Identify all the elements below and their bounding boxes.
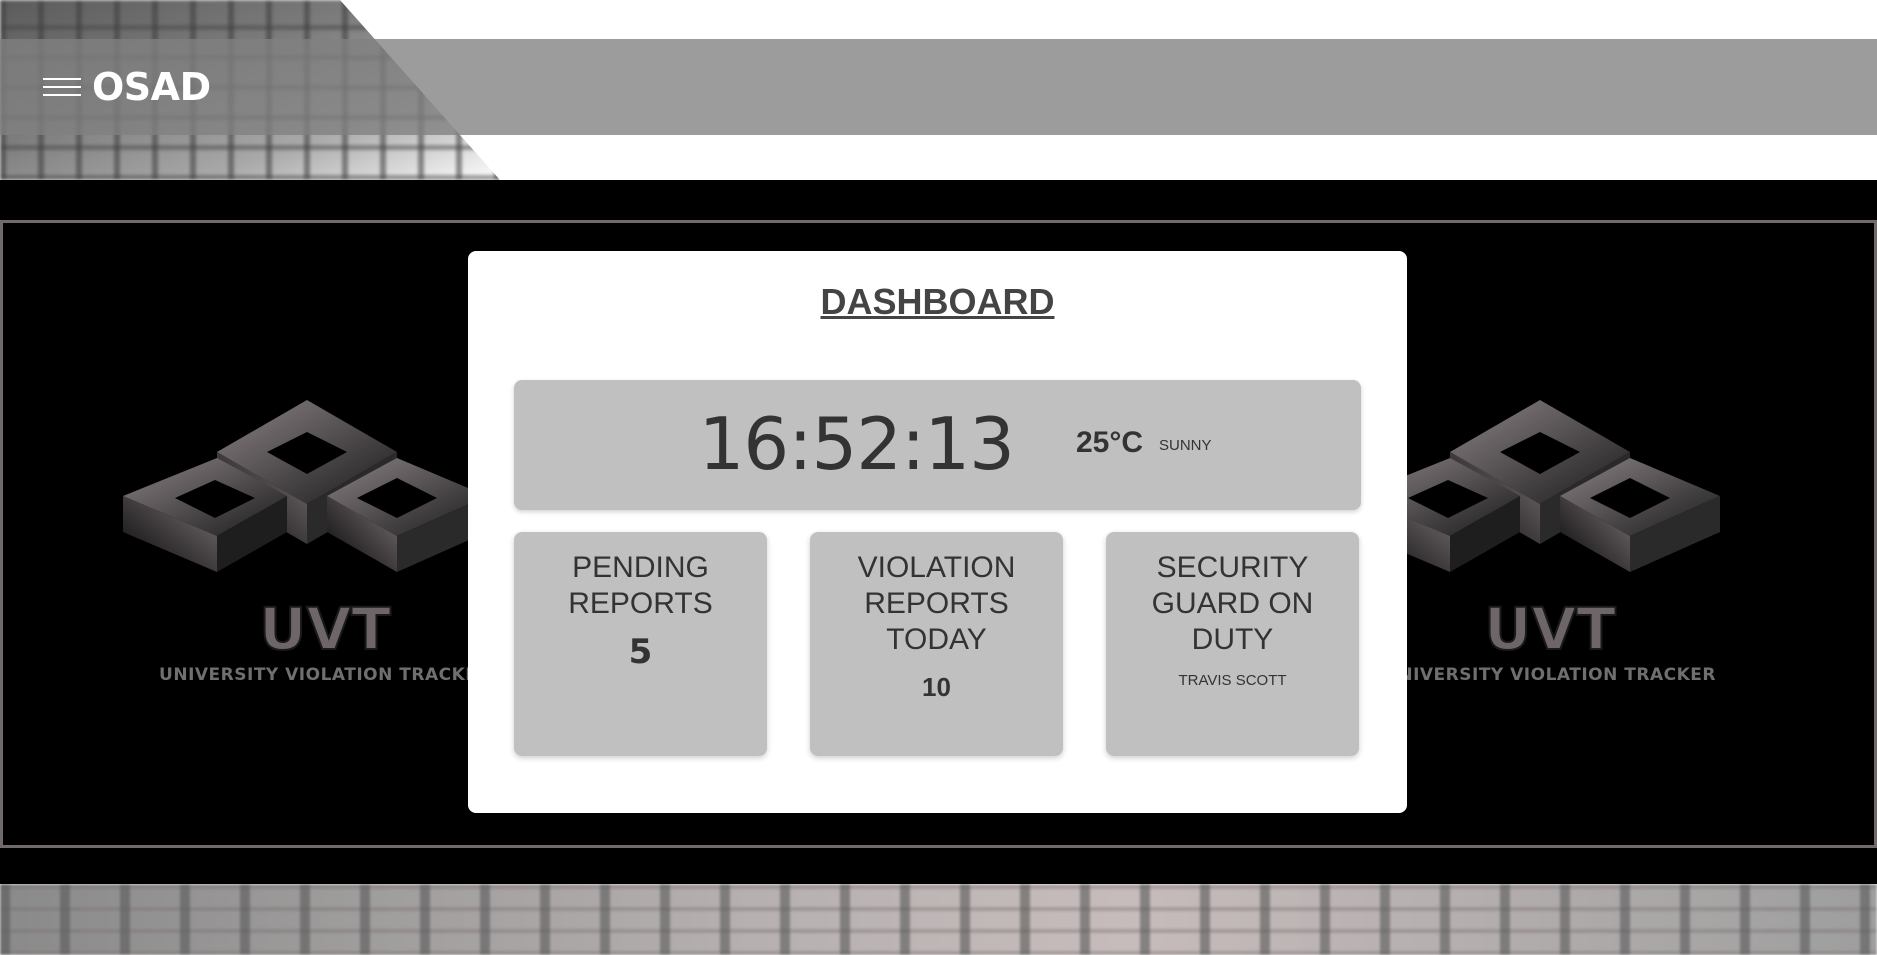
dashboard-card: DASHBOARD 16:52:13 25°C SUNNY PENDING RE… — [468, 251, 1407, 813]
clock-time: 16:52:13 — [698, 402, 1015, 486]
hamburger-menu-icon[interactable] — [43, 76, 81, 98]
page: OSAD UVT UNIVERSITY VIOLATION TRACKER UV… — [0, 0, 1877, 955]
weather-temperature: 25°C — [1076, 426, 1144, 459]
stat-label: PENDING REPORTS — [568, 551, 713, 620]
pending-reports-card[interactable]: PENDING REPORTS 5 — [514, 532, 767, 756]
stat-label: SECURITY GUARD ON DUTY — [1151, 551, 1314, 656]
brand-title[interactable]: OSAD — [92, 65, 211, 109]
stat-label: VIOLATION REPORTS TODAY — [857, 551, 1016, 656]
background-building-image-bottom — [0, 884, 1877, 955]
clock-weather-panel: 16:52:13 25°C SUNNY — [514, 380, 1361, 510]
weather-condition: SUNNY — [1159, 437, 1212, 454]
top-navbar: OSAD — [0, 39, 1877, 135]
stat-value: 5 — [628, 632, 653, 672]
dashboard-title: DASHBOARD — [820, 281, 1055, 322]
violation-reports-today-card[interactable]: VIOLATION REPORTS TODAY 10 — [810, 532, 1063, 756]
stat-value: TRAVIS SCOTT — [1178, 672, 1287, 689]
stat-value: 10 — [922, 672, 951, 702]
security-guard-on-duty-card[interactable]: SECURITY GUARD ON DUTY TRAVIS SCOTT — [1106, 532, 1359, 756]
